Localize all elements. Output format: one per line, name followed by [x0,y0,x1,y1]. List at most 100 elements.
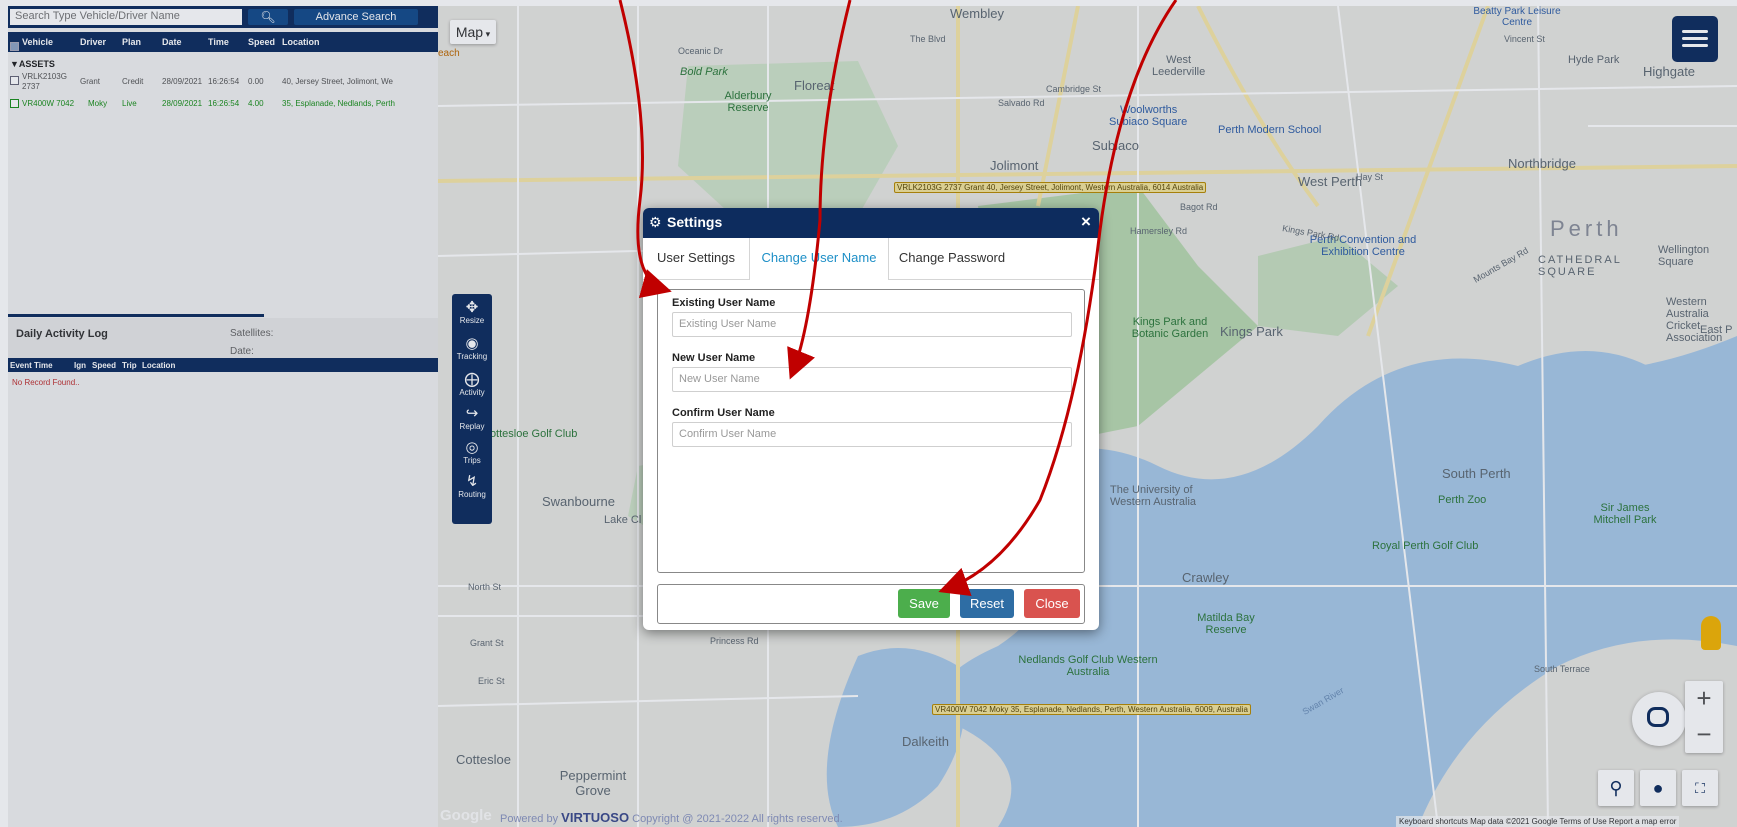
confirm-user-name-field[interactable]: Confirm User Name [672,422,1072,447]
col-vehicle[interactable]: Vehicle [22,37,53,47]
map-label-subiaco: Subiaco [1092,138,1139,153]
map-tool-strip: ✥ Resize ◉ Tracking ⨁ Activity ↪ Replay ◎ Tri… [452,294,492,524]
chat-bubble-icon [1647,707,1669,727]
search-input[interactable]: Search Type Vehicle/Driver Name [10,9,242,25]
fullscreen-icon[interactable]: ⛶ [1682,770,1718,806]
cell-driver: Moky [88,99,108,108]
zoom-out-button[interactable]: − [1685,717,1723,753]
close-icon[interactable]: × [1081,212,1091,232]
tool-replay[interactable]: ↪ Replay [452,406,492,432]
tab-change-password[interactable]: Change Password [887,238,1017,279]
map-label-perth-zoo: Perth Zoo [1438,494,1487,506]
save-button[interactable]: Save [898,589,950,618]
existing-user-name-field[interactable]: Existing User Name [672,312,1072,337]
activity-log-title: Daily Activity Log [16,328,108,340]
col-time[interactable]: Time [208,37,229,47]
chat-button[interactable] [1632,692,1686,746]
trips-icon: ◎ [465,439,479,456]
routing-icon: ↯ [465,473,479,490]
zoom-control: + − [1685,681,1723,753]
map-label-beatty-park: Beatty Park Leisure Centre [1473,6,1561,28]
col-event-time[interactable]: Event Time [10,361,53,370]
zoom-search-icon[interactable]: ⚲ [1598,770,1634,806]
map-label-west-perth: West Perth [1298,174,1363,189]
street-view-pegman-icon[interactable] [1701,616,1721,650]
vehicle-tag[interactable]: VR400W 7042 Moky 35, Esplanade, Nedlands… [932,704,1251,715]
confirm-user-name-label: Confirm User Name [672,407,775,419]
caret-down-icon: ▾ [483,29,491,39]
table-row[interactable]: VR400W 7042 Moky Live 28/09/2021 16:26:5… [8,99,438,113]
map-label-peppermint-grove: Peppermint Grove [559,768,627,798]
dialog-header: ⚙ Settings × [643,208,1099,238]
col-location[interactable]: Location [282,37,320,47]
tool-trips[interactable]: ◎ Trips [452,439,492,466]
map-attribution[interactable]: Keyboard shortcuts Map data ©2021 Google… [1396,816,1680,827]
map-label-highgate: Highgate [1643,64,1696,79]
tool-activity[interactable]: ⨁ Activity [452,372,492,398]
tool-routing[interactable]: ↯ Routing [452,473,492,500]
map-label-cottesloe-golf: Cottesloe Golf Club [482,428,578,440]
map-label-princess-rd: Princess Rd [710,636,759,646]
powered-prefix: Powered by [500,813,559,825]
map-type-button[interactable]: Map ▾ [450,20,496,44]
panel-scrollbar[interactable] [8,314,264,317]
map-label-university: The University of Western Australia [1110,484,1197,508]
activity-log-header: Event Time Ign Speed Trip Location [8,358,438,372]
col-speed[interactable]: Speed [248,37,275,47]
traffic-light-icon[interactable]: ● [1640,770,1676,806]
cell-speed: 4.00 [248,99,264,108]
col-driver[interactable]: Driver [80,37,106,47]
vehicle-table-header: Vehicle Driver Plan Date Time Speed Loca… [8,32,438,52]
zoom-in-button[interactable]: + [1685,681,1723,717]
map-label-alderbury: Alderbury Reserve [724,90,772,114]
search-button[interactable]: 🔍︎ [248,9,288,25]
map-label-northbridge: Northbridge [1508,156,1576,171]
map-label-cathedral-square: CATHEDRAL SQUARE [1538,254,1622,278]
map-label-grant-st: Grant St [470,638,504,648]
table-row[interactable]: VRLK2103G 2737 Grant Credit 28/09/2021 1… [8,72,438,94]
map-label-dalkeith: Dalkeith [902,734,949,749]
map-label-west-leederville: West Leederville [1152,54,1206,78]
tool-label: Replay [459,422,485,431]
copyright: Copyright @ 2021-2022 All rights reserve… [632,813,843,825]
resize-icon: ✥ [465,299,479,316]
map-label-royal-perth-golf: Royal Perth Golf Club [1372,540,1479,552]
col-ign[interactable]: Ign [74,361,86,370]
menu-button[interactable] [1672,16,1718,62]
map-label-jolimont: Jolimont [990,158,1039,173]
vehicle-tag[interactable]: VRLK2103G 2737 Grant 40, Jersey Street, … [894,182,1207,193]
map-label-oceanic-dr: Oceanic Dr [678,46,724,56]
brand-logo: VIRTUOSO [561,810,630,825]
reset-button[interactable]: Reset [960,589,1014,618]
col-speed[interactable]: Speed [92,361,116,370]
powered-by: Powered by VIRTUOSO Copyright @ 2021-202… [446,810,843,825]
map-label-vincent-st: Vincent St [1504,34,1545,44]
tool-label: Routing [458,490,486,499]
advance-search-button[interactable]: Advance Search [294,9,418,25]
search-icon: 🔍︎ [260,10,276,24]
cell-date: 28/09/2021 [162,99,203,108]
map-label-kings-park-botanic: Kings Park and Botanic Garden [1131,316,1209,340]
date-label: Date: [230,346,254,357]
existing-user-name-label: Existing User Name [672,297,776,309]
tool-tracking[interactable]: ◉ Tracking [452,336,492,362]
col-plan[interactable]: Plan [122,37,141,47]
new-user-name-field[interactable]: New User Name [672,367,1072,392]
tab-user-settings[interactable]: User Settings [643,238,749,279]
col-trip[interactable]: Trip [122,361,137,370]
map-label-north-st: North St [468,582,502,592]
map-type-label: Map [455,24,484,40]
tool-resize[interactable]: ✥ Resize [452,299,492,326]
map-label-subiaco-square: Subiaco Square [1109,116,1188,128]
tab-change-user-name[interactable]: Change User Name [749,238,889,280]
assets-group[interactable]: ▼ASSETS [10,59,55,69]
cell-speed: 0.00 [248,77,264,86]
col-location[interactable]: Location [142,361,175,370]
map-label-perth-modern: Perth Modern School [1218,124,1322,136]
map-label-south-terrace: South Terrace [1534,664,1590,674]
cell-time: 16:26:54 [208,77,240,86]
col-date[interactable]: Date [162,37,182,47]
close-button[interactable]: Close [1024,589,1080,618]
cell-time: 16:26:54 [208,99,240,108]
map-label-bagot-rd: Bagot Rd [1180,202,1218,212]
